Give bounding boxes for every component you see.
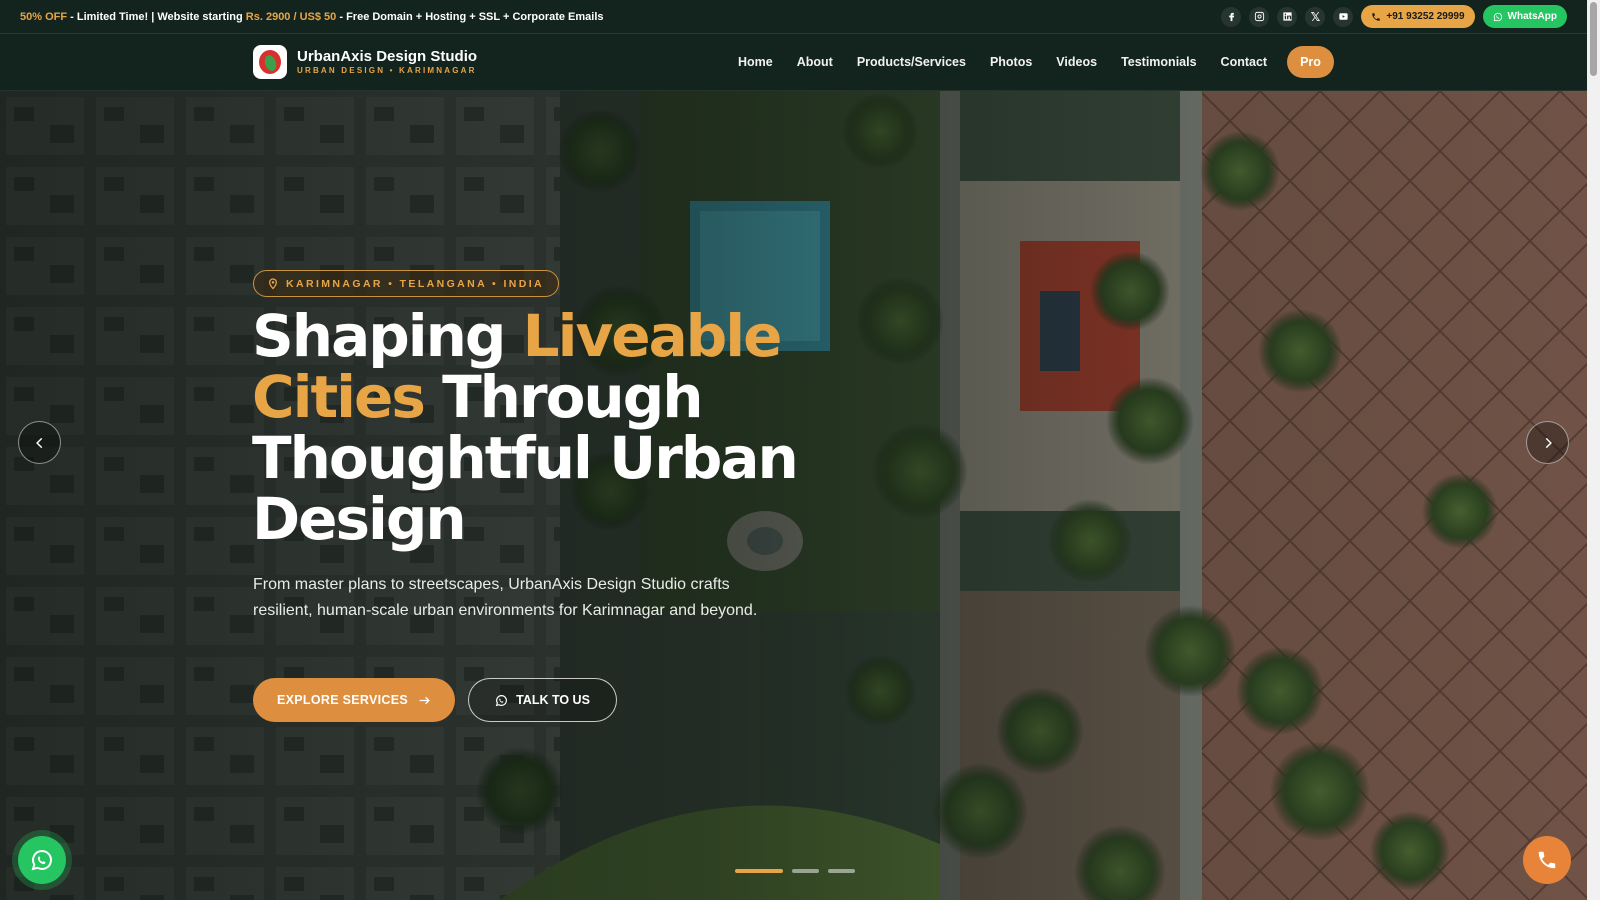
promo-text: 50% OFF - Limited Time! | Website starti… (20, 11, 604, 23)
talk-to-us-label: TALK TO US (516, 693, 590, 707)
facebook-icon[interactable] (1221, 6, 1242, 27)
hero-slider: KARIMNAGAR • TELANGANA • INDIA Shaping L… (0, 91, 1587, 900)
whatsapp-button[interactable]: WhatsApp (1482, 5, 1567, 28)
headline-part-1: Shaping (252, 302, 523, 370)
phone-label: +91 93252 29999 (1386, 11, 1465, 22)
chevron-right-icon (1545, 437, 1552, 448)
promo-discount: 50% OFF (20, 10, 68, 23)
brand-name: UrbanAxis Design Studio (297, 47, 478, 65)
scrollbar-thumb[interactable] (1590, 2, 1597, 76)
slider-dot-1[interactable] (735, 869, 783, 873)
hero-headline: Shaping Liveable Cities Through Thoughtf… (252, 306, 872, 550)
whatsapp-label: WhatsApp (1507, 11, 1557, 22)
slider-dot-2[interactable] (792, 869, 819, 873)
pro-button[interactable]: Pro (1287, 46, 1334, 78)
nav-videos[interactable]: Videos (1056, 55, 1097, 69)
nav-about[interactable]: About (797, 55, 833, 69)
brand-tagline: URBAN DESIGN • KARIMNAGAR (297, 65, 477, 75)
chevron-left-icon (35, 437, 42, 448)
explore-services-label: EXPLORE SERVICES (277, 693, 408, 707)
nav-contact[interactable]: Contact (1221, 55, 1268, 69)
linkedin-icon[interactable] (1277, 6, 1298, 27)
phone-button[interactable]: +91 93252 29999 (1361, 5, 1475, 28)
slider-dot-3[interactable] (828, 869, 855, 873)
brand-logo (253, 45, 287, 79)
hero-description: From master plans to streetscapes, Urban… (253, 576, 758, 619)
slider-next-button[interactable] (1526, 421, 1569, 464)
location-text: KARIMNAGAR • TELANGANA • INDIA (286, 277, 545, 290)
whatsapp-icon (495, 694, 508, 706)
page-scrollbar[interactable] (1587, 0, 1600, 900)
slider-dots (735, 869, 855, 873)
youtube-icon[interactable] (1333, 6, 1354, 27)
promo-inclusions: - Free Domain + Hosting + SSL + Corporat… (336, 10, 604, 23)
instagram-icon[interactable] (1249, 6, 1270, 27)
site-header: UrbanAxis Design Studio URBAN DESIGN • K… (0, 34, 1587, 91)
location-badge: KARIMNAGAR • TELANGANA • INDIA (253, 270, 560, 297)
x-icon[interactable]: 𝕏 (1305, 6, 1326, 27)
nav-testimonials[interactable]: Testimonials (1121, 55, 1196, 69)
phone-icon (1538, 851, 1556, 869)
promo-bar: 50% OFF - Limited Time! | Website starti… (0, 0, 1587, 34)
brand[interactable]: UrbanAxis Design Studio URBAN DESIGN • K… (253, 45, 477, 79)
arrow-right-icon (419, 696, 430, 704)
floating-whatsapp-button[interactable] (18, 836, 66, 884)
nav-home[interactable]: Home (738, 55, 773, 69)
talk-to-us-button[interactable]: TALK TO US (468, 678, 617, 722)
location-pin-icon (269, 277, 277, 290)
phone-icon (1372, 12, 1381, 21)
topbar-actions: 𝕏 +91 93252 29999 WhatsApp (1221, 5, 1567, 28)
explore-services-button[interactable]: EXPLORE SERVICES (253, 678, 455, 722)
whatsapp-icon (1493, 12, 1502, 21)
floating-call-button[interactable] (1523, 836, 1571, 884)
promo-price: Rs. 2900 / US$ 50 (245, 10, 337, 23)
whatsapp-icon (31, 849, 52, 871)
slider-prev-button[interactable] (18, 421, 61, 464)
nav-products-services[interactable]: Products/Services (857, 55, 966, 69)
promo-offer: - Limited Time! | Website starting (67, 10, 246, 23)
main-nav: Home About Products/Services Photos Vide… (738, 46, 1334, 78)
nav-photos[interactable]: Photos (990, 55, 1032, 69)
